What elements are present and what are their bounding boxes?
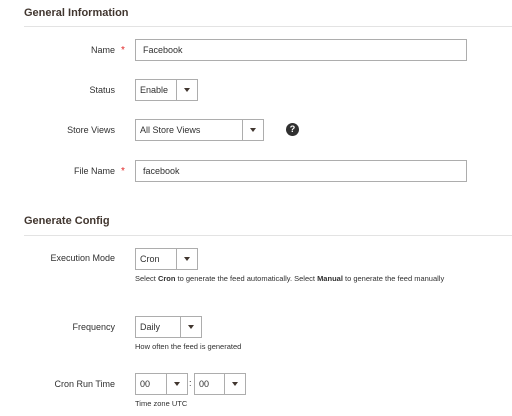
section-title-generate-config: Generate Config [24, 215, 110, 227]
file-name-label: File Name [73, 166, 115, 176]
cron-minute-value: 00 [199, 379, 210, 389]
cron-minute-dropdown-toggle[interactable] [224, 374, 245, 394]
execution-mode-select[interactable]: Cron [135, 248, 198, 270]
name-input[interactable]: Facebook [135, 39, 467, 61]
note-emphasis-manual: Manual [317, 274, 343, 283]
chevron-down-icon [174, 382, 180, 386]
chevron-down-icon [184, 257, 190, 261]
store-views-select[interactable]: All Store Views [135, 119, 264, 141]
frequency-select[interactable]: Daily [135, 316, 202, 338]
chevron-down-icon [188, 325, 194, 329]
status-select[interactable]: Enable [135, 79, 198, 101]
cron-run-time-label: Cron Run Time [54, 379, 115, 389]
chevron-down-icon [232, 382, 238, 386]
note-text: to generate the feed automatically. Sele… [175, 274, 318, 283]
frequency-note: How often the feed is generated [135, 342, 242, 351]
execution-mode-select-value: Cron [140, 254, 160, 264]
status-dropdown-toggle[interactable] [176, 80, 197, 100]
frequency-dropdown-toggle[interactable] [180, 317, 201, 337]
section-divider [24, 235, 512, 236]
cron-hour-select[interactable]: 00 [135, 373, 188, 395]
execution-mode-note: Select Cron to generate the feed automat… [135, 273, 455, 284]
time-separator: : [189, 378, 192, 388]
execution-mode-dropdown-toggle[interactable] [176, 249, 197, 269]
note-text: to generate the feed manually [342, 274, 445, 283]
note-text: Select [135, 274, 158, 283]
cron-minute-select[interactable]: 00 [194, 373, 246, 395]
execution-mode-label: Execution Mode [50, 253, 115, 263]
name-label: Name [90, 45, 115, 55]
chevron-down-icon [250, 128, 256, 132]
section-title-general: General Information [24, 7, 129, 19]
required-marker: * [121, 166, 125, 177]
help-icon[interactable]: ? [286, 123, 299, 136]
store-views-dropdown-toggle[interactable] [242, 120, 263, 140]
note-emphasis-cron: Cron [157, 274, 176, 283]
file-name-input[interactable]: facebook [135, 160, 467, 182]
status-label: Status [89, 85, 115, 95]
cron-hour-value: 00 [140, 379, 151, 389]
frequency-label: Frequency [72, 322, 115, 332]
required-marker: * [121, 45, 125, 56]
status-select-value: Enable [140, 85, 169, 95]
section-divider [24, 26, 512, 27]
store-views-label: Store Views [67, 125, 115, 135]
frequency-select-value: Daily [140, 322, 161, 332]
cron-time-note: Time zone UTC [135, 399, 188, 408]
chevron-down-icon [184, 88, 190, 92]
cron-hour-dropdown-toggle[interactable] [166, 374, 187, 394]
store-views-select-value: All Store Views [140, 125, 201, 135]
